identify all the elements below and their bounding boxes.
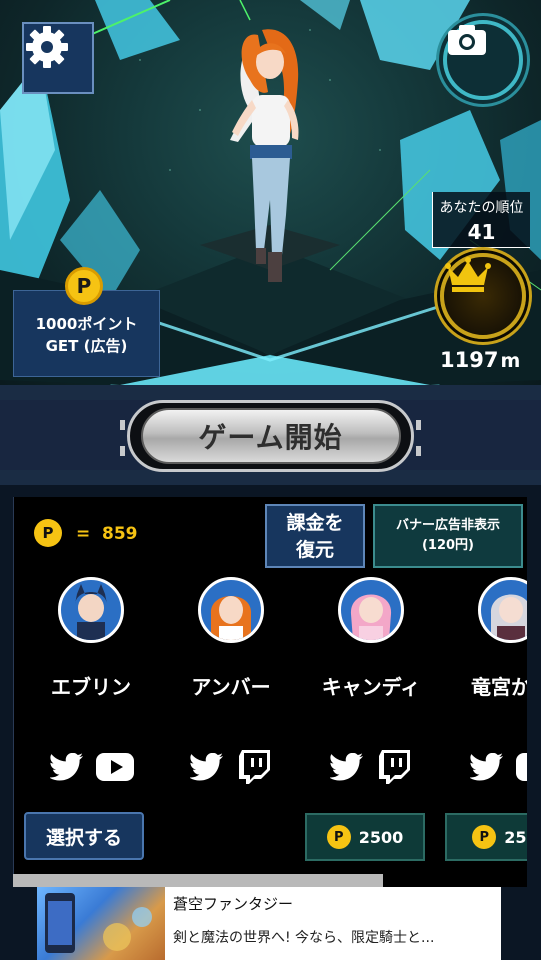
avatar <box>198 577 264 643</box>
character-card-amber[interactable]: アンバー <box>161 577 301 784</box>
buy-character-button[interactable]: P 250 <box>445 813 527 861</box>
bottom-filler <box>0 887 37 960</box>
avatar <box>58 577 124 643</box>
points-ad-line1: 1000ポイント <box>35 315 138 333</box>
character-card-candy[interactable]: キャンディ <box>301 577 441 784</box>
band-decoration <box>120 446 125 456</box>
select-character-button[interactable]: 選択する <box>24 812 144 860</box>
twitch-icon[interactable] <box>376 750 414 784</box>
gear-icon <box>26 26 68 68</box>
twitter-icon[interactable] <box>48 750 86 784</box>
crown-icon <box>445 257 491 292</box>
restore-purchase-button[interactable]: 課金を 復元 <box>265 504 365 568</box>
twitter-icon[interactable] <box>468 750 506 784</box>
start-game-label: ゲーム開始 <box>140 408 401 464</box>
character-card-ryugu[interactable]: 竜宮かれ <box>441 577 527 784</box>
distance-unit: m <box>500 350 521 372</box>
point-coin-icon: P <box>326 825 351 849</box>
youtube-icon[interactable] <box>96 750 134 784</box>
point-coin-icon: P <box>65 267 103 305</box>
banner-line1: バナー広告非表示 <box>395 518 500 533</box>
rank-value: 41 <box>467 220 496 244</box>
start-game-button[interactable]: ゲーム開始 <box>127 400 414 472</box>
price-value: 250 <box>504 827 527 847</box>
buy-character-button[interactable]: P 2500 <box>305 813 425 861</box>
camera-button[interactable] <box>443 20 523 100</box>
point-coin-icon: P <box>472 825 497 849</box>
restore-line1: 課金を <box>286 512 344 534</box>
points-value: 859 <box>102 524 138 544</box>
points-equals: = <box>76 524 91 544</box>
character-name: 竜宮かれ <box>471 675 527 699</box>
remove-banner-ad-button[interactable]: バナー広告非表示 (120円) <box>373 504 523 568</box>
ad-thumbnail <box>37 887 165 960</box>
character-name: キャンディ <box>321 675 421 699</box>
character-card-evelyn[interactable]: エブリン <box>21 577 161 784</box>
restore-line2: 復元 <box>295 539 334 561</box>
game-screen: あなたの順位 41 1197 m 1000ポイント GET (広告) P ゲーム開… <box>0 0 541 960</box>
character-name: エブリン <box>51 675 131 699</box>
distance-display: 1197 m <box>440 348 540 372</box>
price-value: 2500 <box>358 827 404 847</box>
game-scene: あなたの順位 41 1197 m 1000ポイント GET (広告) P <box>0 0 541 385</box>
ad-title: 蒼空ファンタジー <box>173 895 294 913</box>
twitch-icon[interactable] <box>236 750 274 784</box>
camera-icon <box>448 25 486 55</box>
points-coin-icon: P <box>34 519 62 547</box>
twitter-icon[interactable] <box>188 750 226 784</box>
points-ad-line2: GET (広告) <box>45 337 128 355</box>
youtube-icon[interactable] <box>516 750 527 784</box>
avatar <box>338 577 404 643</box>
twitter-icon[interactable] <box>328 750 366 784</box>
settings-button[interactable] <box>22 22 94 94</box>
avatar <box>478 577 527 643</box>
bottom-filler <box>501 887 541 960</box>
distance-value: 1197 <box>440 348 499 372</box>
rank-display: あなたの順位 41 <box>432 192 530 248</box>
banner-line2: (120円) <box>421 538 475 553</box>
character-panel: P = 859 課金を 復元 バナー広告非表示 (120円) エブリン アンバー… <box>13 497 527 887</box>
band-decoration <box>416 446 421 456</box>
horizontal-scrollbar[interactable] <box>13 874 383 887</box>
rank-label: あなたの順位 <box>439 200 524 216</box>
ad-description: 剣と魔法の世界へ! 今なら、限定騎士と... <box>173 930 435 946</box>
ranking-button[interactable] <box>440 253 526 339</box>
ad-banner[interactable]: 蒼空ファンタジー 剣と魔法の世界へ! 今なら、限定騎士と... <box>37 887 501 960</box>
band-decoration <box>416 420 421 430</box>
band-decoration <box>120 420 125 430</box>
character-name: アンバー <box>191 675 271 699</box>
